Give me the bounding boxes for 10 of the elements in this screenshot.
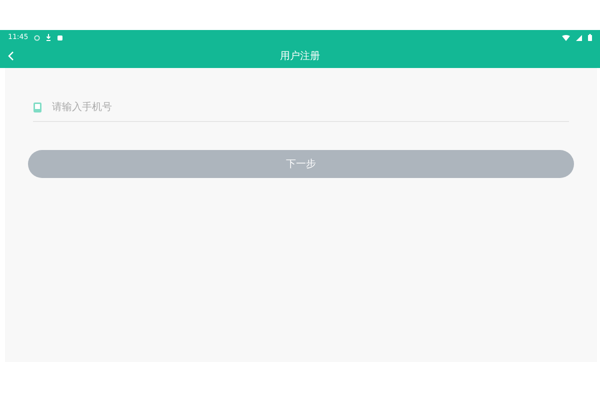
circle-icon bbox=[34, 34, 40, 40]
back-icon[interactable] bbox=[8, 51, 14, 61]
sd-card-icon bbox=[57, 34, 64, 40]
wifi-icon bbox=[562, 34, 570, 40]
download-icon bbox=[46, 34, 52, 41]
phone-icon bbox=[33, 102, 42, 113]
battery-icon bbox=[588, 34, 592, 41]
page-title: 用户注册 bbox=[280, 52, 320, 62]
signal-icon bbox=[576, 34, 582, 40]
phone-field[interactable]: 请输入手机号 bbox=[52, 100, 569, 115]
